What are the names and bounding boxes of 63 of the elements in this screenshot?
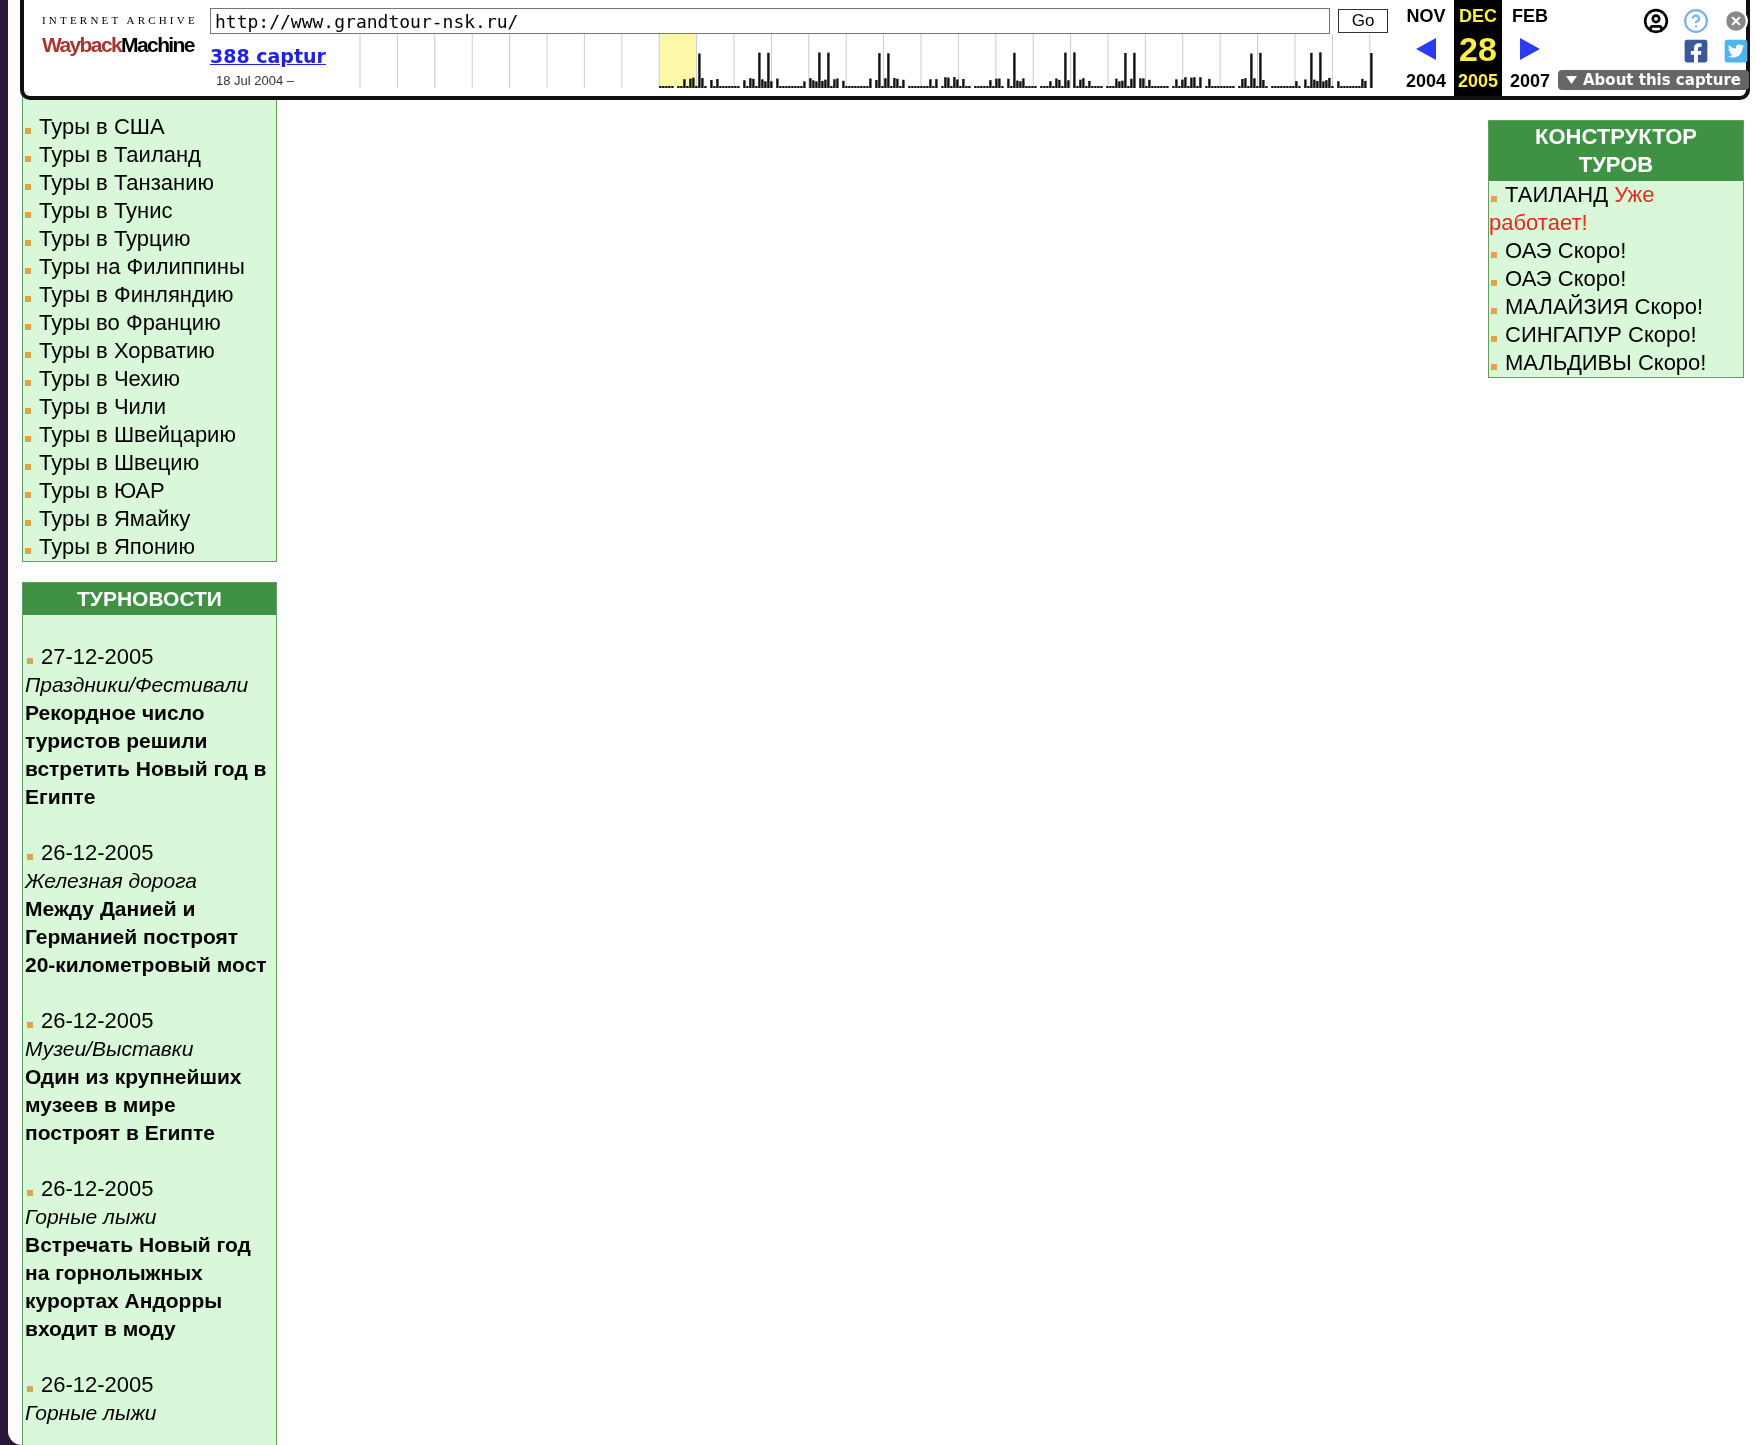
country-link[interactable]: Туры в Швецию (23, 449, 276, 477)
news-heading: ТУРНОВОСТИ (23, 583, 276, 615)
tour-builder-item[interactable]: ОАЭ Скоро! (1489, 265, 1743, 293)
country-link[interactable]: Туры в ЮАР (23, 477, 276, 505)
news-category: Праздники/Фестивали (25, 672, 250, 698)
tour-builder-item[interactable]: ТАИЛАНД Уже работает! (1489, 181, 1743, 237)
month-label: FEB (1512, 6, 1548, 27)
about-capture-button[interactable]: About this capture (1558, 70, 1750, 90)
year-label: 2007 (1509, 71, 1550, 92)
month-label: NOV (1406, 6, 1446, 27)
wayback-logo[interactable]: WaybackMachine (42, 28, 194, 62)
news-category: Горные лыжи (25, 1204, 158, 1230)
news-date: 26-12-2005 (25, 1175, 274, 1203)
country-link[interactable]: Туры в Финляндию (23, 281, 276, 309)
tour-builder-item[interactable]: ОАЭ Скоро! (1489, 237, 1743, 265)
country-link[interactable]: Туры в Тунис (23, 197, 276, 225)
year-label: 2004 (1405, 71, 1446, 92)
country-link[interactable]: Туры в Швейцарию (23, 421, 276, 449)
month-label: DEC (1459, 6, 1497, 27)
calendar-month[interactable]: DEC 28 2005 (1454, 0, 1502, 96)
news-category: Железная дорога (25, 868, 199, 894)
news-headline[interactable]: Один из крупнейших музеев в мире построят в Египте (25, 1063, 274, 1147)
close-icon[interactable] (1723, 8, 1750, 34)
caret-icon (1566, 76, 1577, 84)
user-icon[interactable] (1643, 8, 1670, 34)
logo-caption: INTERNET ARCHIVE (42, 14, 199, 26)
tour-builder-item[interactable]: МАЛАЙЗИЯ Скоро! (1489, 293, 1743, 321)
tour-builder-heading: КОНСТРУКТОР ТУРОВ (1489, 121, 1743, 181)
country-link[interactable]: Туры во Францию (23, 309, 276, 337)
calendar-month[interactable]: FEB 2007 (1502, 0, 1558, 96)
country-link[interactable]: Туры в Чехию (23, 365, 276, 393)
news-date: 26-12-2005 (25, 839, 274, 867)
facebook-icon[interactable] (1683, 38, 1710, 64)
capture-count-bars[interactable] (659, 52, 1373, 88)
news-headline[interactable]: Рекордное число туристов решили встретить Новый год в Египте (25, 699, 274, 811)
day-label: 28 (1459, 32, 1497, 66)
country-link[interactable]: Туры на Филиппины (23, 253, 276, 281)
country-link[interactable]: Туры в Японию (23, 533, 276, 561)
country-link[interactable]: Туры в США (23, 113, 276, 141)
bird-icon[interactable] (1723, 38, 1750, 64)
go-button[interactable]: Go (1338, 9, 1388, 33)
news-category: Музеи/Выставки (25, 1036, 195, 1062)
news-headline[interactable]: Между Данией и Германией построят 20-километровый мост (25, 895, 274, 979)
country-link[interactable]: Туры в Танзанию (23, 169, 276, 197)
country-link[interactable]: Туры в Чили (23, 393, 276, 421)
news-date: 26-12-2005 (25, 1007, 274, 1035)
tour-builder-item[interactable]: МАЛЬДИВЫ Скоро! (1489, 349, 1743, 377)
next-arrow-icon[interactable] (1520, 38, 1540, 60)
calendar-month[interactable]: NOV 2004 (1398, 0, 1454, 96)
news-date: 27-12-2005 (25, 643, 274, 671)
previous-arrow-icon[interactable] (1416, 38, 1436, 60)
date-range: 18 Jul 2004 – (215, 72, 296, 88)
country-link[interactable]: Туры в Таиланд (23, 141, 276, 169)
news-date: 26-12-2005 (25, 1371, 274, 1399)
country-link[interactable]: Туры в Хорватию (23, 337, 276, 365)
news-headline[interactable]: Встречать Новый год на горнолыжных курортах Андорры входит в моду (25, 1231, 274, 1343)
tour-builder-item[interactable]: СИНГАПУР Скоро! (1489, 321, 1743, 349)
captures-link[interactable]: 388 captur (210, 45, 330, 67)
year-label: 2005 (1457, 71, 1498, 92)
country-link[interactable]: Туры в Ямайку (23, 505, 276, 533)
news-category: Горные лыжи (25, 1400, 158, 1426)
url-field[interactable]: http://www.grandtour-nsk.ru/ (210, 8, 1330, 34)
country-link[interactable]: Туры в Турцию (23, 225, 276, 253)
